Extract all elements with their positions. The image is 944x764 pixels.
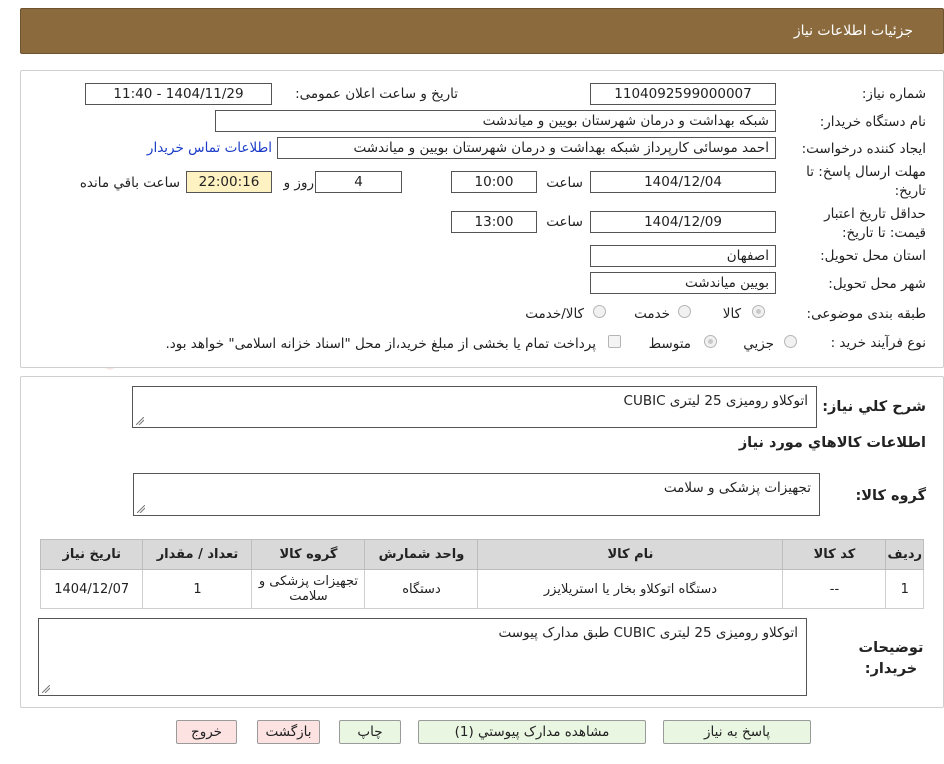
cell-group: تجهیزات پزشکی و سلامت <box>251 569 366 609</box>
back-button[interactable]: بازگشت <box>257 720 320 744</box>
col-group: گروه کالا <box>251 539 366 570</box>
reply-deadline-label: مهلت ارسال پاسخ: تا تاریخ: <box>806 164 926 199</box>
exit-button[interactable]: خروج <box>176 720 237 744</box>
creator-label: ایجاد کننده درخواست: <box>801 141 926 157</box>
cell-date: 1404/12/07 <box>39 569 144 609</box>
process-medium-label: متوسط <box>648 336 691 352</box>
col-date: تاریخ نیاز <box>39 539 144 570</box>
need-description-label: شرح کلي نیاز: <box>822 399 926 415</box>
cell-code: -- <box>782 569 887 609</box>
need-description-field[interactable]: اتوکلاو رومیزی 25 لیتری CUBIC <box>132 386 817 428</box>
category-service-radio[interactable] <box>678 305 691 318</box>
view-attachments-button[interactable]: مشاهده مدارک پیوستي (1) <box>418 720 646 744</box>
validity-date-field: 1404/12/09 <box>590 211 776 233</box>
reply-time-label: ساعت <box>546 175 583 191</box>
category-goods-label: کالا <box>722 306 741 322</box>
process-medium-radio[interactable] <box>704 335 717 348</box>
col-code: کد کالا <box>782 539 887 570</box>
category-goods-radio[interactable] <box>752 305 765 318</box>
resize-grip-icon <box>42 685 50 693</box>
buyer-org-field: شبکه بهداشت و درمان شهرستان بویین و میان… <box>215 110 776 132</box>
category-goods-service-label: کالا/خدمت <box>525 306 584 322</box>
buyer-notes-text: اتوکلاو رومیزی 25 لیتری CUBIC طبق مدارک … <box>498 625 798 641</box>
cell-unit: دستگاه <box>364 569 479 609</box>
category-service-label: خدمت <box>634 306 670 322</box>
col-unit: واحد شمارش <box>364 539 479 570</box>
goods-info-title: اطلاعات کالاهاي مورد نیاز <box>738 435 926 451</box>
cell-qty: 1 <box>142 569 253 609</box>
resize-grip-icon <box>136 417 144 425</box>
process-minor-label: جزیي <box>743 336 774 352</box>
days-label: روز و <box>283 175 314 191</box>
reply-time-field: 10:00 <box>451 171 537 193</box>
col-row: ردیف <box>885 539 924 570</box>
buyer-contact-link[interactable]: اطلاعات تماس خریدار <box>147 140 272 156</box>
days-remaining-field: 4 <box>315 171 402 193</box>
announce-label: تاریخ و ساعت اعلان عمومی: <box>295 86 458 102</box>
reply-date-field: 1404/12/04 <box>590 171 776 193</box>
resize-grip-icon <box>137 505 145 513</box>
city-field: بویین میاندشت <box>590 272 776 294</box>
category-goods-service-radio[interactable] <box>593 305 606 318</box>
col-name: نام کالا <box>477 539 784 570</box>
page-header: جزئیات اطلاعات نیاز <box>20 8 944 54</box>
payment-note: پرداخت تمام یا بخشی از مبلغ خرید،از محل … <box>165 336 596 352</box>
remaining-time-label: ساعت باقي مانده <box>79 175 180 191</box>
col-qty: تعداد / مقدار <box>142 539 253 570</box>
validity-time-field: 13:00 <box>451 211 537 233</box>
page-title: جزئیات اطلاعات نیاز <box>793 23 913 39</box>
category-label: طبقه بندی موضوعی: <box>806 306 926 322</box>
goods-table: ردیف کد کالا نام کالا واحد شمارش گروه کا… <box>39 539 924 609</box>
goods-table-wrapper: ردیف کد کالا نام کالا واحد شمارش گروه کا… <box>39 539 924 609</box>
goods-group-field[interactable]: تجهیزات پزشکی و سلامت <box>133 473 820 516</box>
cell-name: دستگاه اتوکلاو بخار یا استریلایزر <box>477 569 784 609</box>
table-header-row: ردیف کد کالا نام کالا واحد شمارش گروه کا… <box>39 539 924 570</box>
cell-row: 1 <box>885 569 924 609</box>
process-minor-radio[interactable] <box>784 335 797 348</box>
need-number-field: 1104092599000007 <box>590 83 776 105</box>
process-label: نوع فرآیند خرید : <box>830 335 926 351</box>
province-field: اصفهان <box>590 245 776 267</box>
buyer-notes-label: توضیحات خریدار: <box>858 640 924 677</box>
validity-label: حداقل تاریخ اعتبار قیمت: تا تاریخ: <box>824 206 926 241</box>
city-label: شهر محل تحویل: <box>828 276 926 292</box>
print-button[interactable]: چاپ <box>339 720 401 744</box>
need-number-label: شماره نیاز: <box>861 86 926 102</box>
need-description-text: اتوکلاو رومیزی 25 لیتری CUBIC <box>623 393 808 409</box>
goods-group-label: گروه کالا: <box>855 488 926 504</box>
remaining-time-field: 22:00:16 <box>186 171 272 193</box>
creator-field: احمد موسائی کارپرداز شبکه بهداشت و درمان… <box>277 137 776 159</box>
validity-time-label: ساعت <box>546 214 583 230</box>
buyer-org-label: نام دستگاه خریدار: <box>819 114 926 130</box>
treasury-payment-checkbox[interactable] <box>608 335 621 348</box>
goods-group-text: تجهیزات پزشکی و سلامت <box>663 480 811 496</box>
table-row: 1 -- دستگاه اتوکلاو بخار یا استریلایزر د… <box>39 569 924 609</box>
buyer-notes-field[interactable]: اتوکلاو رومیزی 25 لیتری CUBIC طبق مدارک … <box>38 618 807 696</box>
announce-field: 1404/11/29 - 11:40 <box>85 83 272 105</box>
reply-to-need-button[interactable]: پاسخ به نیاز <box>663 720 811 744</box>
province-label: استان محل تحویل: <box>820 248 926 264</box>
